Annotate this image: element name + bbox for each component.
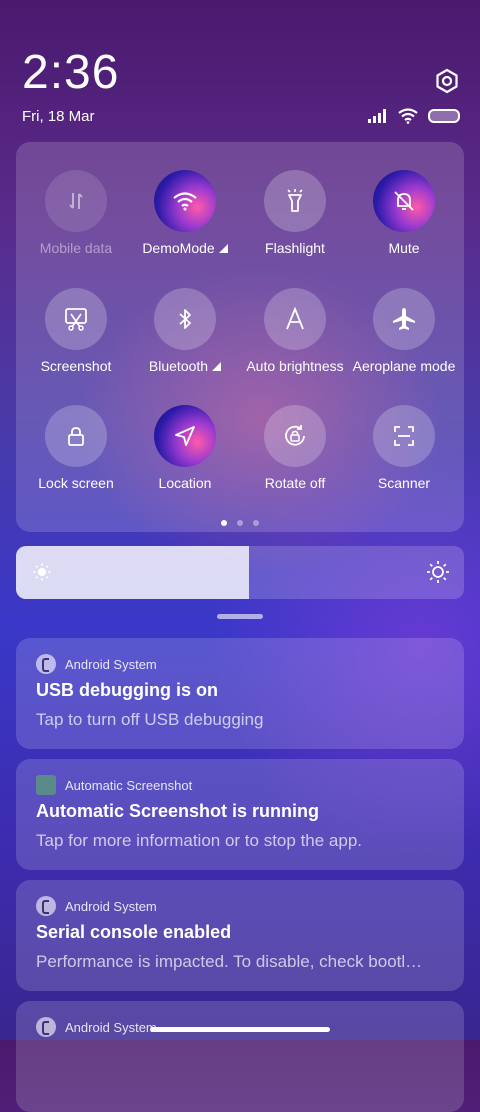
tile-circle[interactable] xyxy=(264,170,326,232)
brightness-low-icon xyxy=(33,563,51,581)
notification-app-name: Automatic Screenshot xyxy=(65,777,193,793)
notification-card[interactable]: Automatic Screenshot Automatic Screensho… xyxy=(16,759,464,870)
tile-circle[interactable] xyxy=(373,288,435,350)
tile-auto-brightness[interactable]: Auto brightness xyxy=(240,288,350,374)
tile-label: Flashlight xyxy=(265,240,325,256)
brightness-high-icon xyxy=(427,561,449,583)
tile-circle[interactable] xyxy=(264,405,326,467)
tile-mobile-data[interactable]: Mobile data xyxy=(21,170,131,256)
tile-circle[interactable] xyxy=(45,170,107,232)
notification-title: Automatic Screenshot is running xyxy=(36,801,320,821)
tile-mute[interactable]: Mute xyxy=(349,170,459,256)
tile-label: Aeroplane mode xyxy=(352,358,456,374)
tile-screenshot[interactable]: Screenshot xyxy=(21,288,131,374)
drag-handle[interactable] xyxy=(217,614,263,619)
settings-button[interactable] xyxy=(432,66,462,96)
automatic-screenshot-icon xyxy=(36,775,56,795)
page-dot xyxy=(237,520,243,526)
flashlight-icon xyxy=(287,189,303,212)
tile-circle[interactable] xyxy=(45,288,107,350)
tile-label: Screenshot xyxy=(40,358,112,374)
tile-circle[interactable] xyxy=(264,288,326,350)
date[interactable]: Fri, 18 Mar xyxy=(22,108,95,125)
lock-icon xyxy=(68,427,84,446)
tile-label: Mobile data xyxy=(39,240,113,256)
brightness-slider[interactable] xyxy=(16,546,464,599)
tile-label: Rotate off xyxy=(264,475,326,491)
gesture-navigation-bar[interactable] xyxy=(150,1027,330,1032)
tile-label: Scanner xyxy=(377,475,431,491)
auto-brightness-icon xyxy=(286,307,304,330)
notification-text: Performance is impacted. To disable, che… xyxy=(36,952,423,971)
page-dot xyxy=(221,520,227,526)
tile-circle[interactable] xyxy=(154,405,216,467)
notification-text: Tap to turn off USB debugging xyxy=(36,710,264,729)
tile-rotate-off[interactable]: Rotate off xyxy=(240,405,350,491)
wifi-icon xyxy=(173,192,197,211)
tile-circle[interactable] xyxy=(154,170,216,232)
tile-demomode[interactable]: DemoMode xyxy=(130,170,240,256)
tile-label: DemoMode xyxy=(130,240,240,256)
notification-card[interactable]: Android System Serial console enabled Pe… xyxy=(16,880,464,991)
scanner-icon xyxy=(394,426,414,446)
tile-circle[interactable] xyxy=(45,405,107,467)
tile-label: Lock screen xyxy=(38,475,114,491)
tile-circle[interactable] xyxy=(373,405,435,467)
notification-card[interactable]: Android System xyxy=(16,1001,464,1112)
page-dot xyxy=(253,520,259,526)
tile-lock-screen[interactable]: Lock screen xyxy=(21,405,131,491)
status-icons xyxy=(368,108,460,124)
tile-bluetooth[interactable]: Bluetooth xyxy=(130,288,240,374)
notification-app: Android System xyxy=(36,1017,157,1037)
android-system-icon xyxy=(36,654,56,674)
bluetooth-icon xyxy=(179,309,191,329)
screenshot-icon xyxy=(65,308,87,331)
notification-app-name: Android System xyxy=(65,898,157,914)
location-icon xyxy=(175,426,195,446)
tile-circle[interactable] xyxy=(154,288,216,350)
gear-icon xyxy=(436,68,458,94)
rotate-icon xyxy=(285,425,305,446)
signal-icon xyxy=(368,109,386,123)
quick-settings-panel: Mobile data DemoMode Flashlight Mute Scr… xyxy=(16,142,464,532)
tile-circle[interactable] xyxy=(373,170,435,232)
notification-app-name: Android System xyxy=(65,656,157,672)
android-system-icon xyxy=(36,1017,56,1037)
tile-label: Mute xyxy=(388,240,420,256)
tile-scanner[interactable]: Scanner xyxy=(349,405,459,491)
mute-bell-icon xyxy=(394,191,414,211)
notification-text: Tap for more information or to stop the … xyxy=(36,831,363,850)
tile-label: Location xyxy=(158,475,212,491)
clock[interactable]: 2:36 xyxy=(22,48,119,98)
tile-location[interactable]: Location xyxy=(130,405,240,491)
tile-flashlight[interactable]: Flashlight xyxy=(240,170,350,256)
android-system-icon xyxy=(36,896,56,916)
notification-title: USB debugging is on xyxy=(36,680,218,700)
tile-label: Bluetooth xyxy=(130,358,240,374)
tile-label: Auto brightness xyxy=(246,358,344,374)
battery-icon xyxy=(428,109,460,123)
tile-aeroplane-mode[interactable]: Aeroplane mode xyxy=(349,288,459,374)
mobile-data-icon xyxy=(69,193,83,209)
page-indicator xyxy=(16,520,464,526)
notification-app: Android System xyxy=(36,896,157,916)
notification-app: Android System xyxy=(36,654,157,674)
notification-app-name: Android System xyxy=(65,1019,157,1035)
aeroplane-icon xyxy=(393,308,415,330)
notification-card[interactable]: Android System USB debugging is on Tap t… xyxy=(16,638,464,749)
notification-app: Automatic Screenshot xyxy=(36,775,192,795)
notification-title: Serial console enabled xyxy=(36,922,232,942)
wifi-icon xyxy=(398,108,418,124)
